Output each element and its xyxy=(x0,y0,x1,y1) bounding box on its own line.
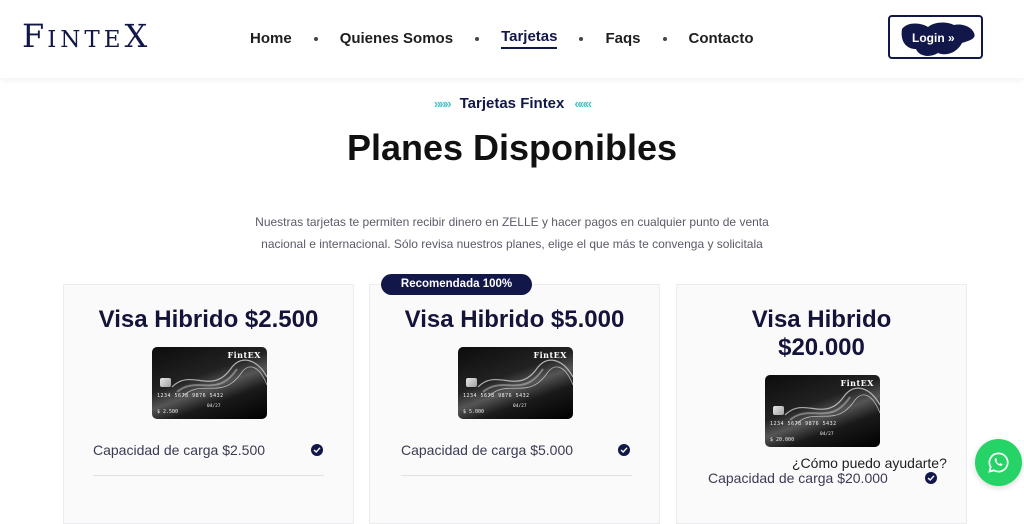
logo-middle: INTE xyxy=(47,27,125,53)
section-description: Nuestras tarjetas te permiten recibir di… xyxy=(250,211,774,255)
logo-letter-x: X xyxy=(124,17,151,55)
plan-card-5000: Visa Hibrido $5.000 FintEX 1234 5678 987… xyxy=(369,284,660,524)
nav-separator xyxy=(662,36,667,41)
plan-feature: Capacidad de carga $20.000 xyxy=(708,470,888,486)
card-number: 1234 5678 9876 5432 xyxy=(463,393,530,399)
feature-divider xyxy=(93,475,324,476)
fintex-logo[interactable]: FINTEX xyxy=(22,20,150,52)
plan-name-line2: $20.000 xyxy=(778,334,865,361)
card-number: 1234 5678 9876 5432 xyxy=(157,393,224,399)
page-title: Planes Disponibles xyxy=(346,127,678,168)
card-image: FintEX 1234 5678 9876 5432 04/27 $ 20.00… xyxy=(765,375,880,447)
login-label: Login » xyxy=(912,31,955,45)
logo-letter-f: F xyxy=(22,17,48,55)
plan-name-line1: Visa Hibrido xyxy=(751,306,892,333)
eyebrow-label: Tarjetas Fintex xyxy=(459,95,565,112)
check-circle-icon xyxy=(925,472,937,484)
nav-separator xyxy=(313,36,318,41)
double-chevron-left-icon: ««« xyxy=(574,96,592,111)
card-amount: $ 5.000 xyxy=(463,409,485,415)
double-chevron-right-icon: »»» xyxy=(433,96,452,111)
nav-home[interactable]: Home xyxy=(250,30,292,48)
description-line: Nuestras tarjetas te permiten recibir di… xyxy=(255,215,769,229)
description-line: nacional e internacional. Sólo revisa nu… xyxy=(261,237,763,251)
card-amount: $ 2.500 xyxy=(157,409,179,415)
card-chip-icon xyxy=(773,406,784,415)
feature-divider xyxy=(401,475,632,476)
main-nav: Home Quienes Somos Tarjetas Faqs Contact… xyxy=(250,28,754,49)
card-number: 1234 5678 9876 5432 xyxy=(770,421,837,427)
nav-separator xyxy=(579,36,584,41)
login-button[interactable]: Login » xyxy=(888,15,983,59)
help-prompt: ¿Cómo puedo ayudarte? xyxy=(792,455,947,471)
recommended-badge: Recomendada 100% xyxy=(381,274,532,295)
nav-faqs[interactable]: Faqs xyxy=(605,30,640,48)
card-amount: $ 20.000 xyxy=(770,437,795,443)
section-eyebrow: »»» Tarjetas Fintex ««« xyxy=(0,95,1024,112)
site-header: FINTEX Home Quienes Somos Tarjetas Faqs … xyxy=(0,0,1024,78)
check-circle-icon xyxy=(311,444,323,456)
card-chip-icon xyxy=(466,378,477,387)
card-chip-icon xyxy=(160,378,171,387)
plan-card-20000: Visa Hibrido $20.000 FintEX 1234 5678 98… xyxy=(676,284,967,524)
card-image: FintEX 1234 5678 9876 5432 04/27 $ 5.000 xyxy=(458,347,573,419)
card-image: FintEX 1234 5678 9876 5432 04/27 $ 2.500 xyxy=(152,347,267,419)
nav-quienes-somos[interactable]: Quienes Somos xyxy=(340,30,453,48)
card-expiry: 04/27 xyxy=(820,432,834,437)
card-brand: FintEX xyxy=(227,350,261,360)
nav-separator xyxy=(475,36,480,41)
plan-feature: Capacidad de carga $5.000 xyxy=(401,442,574,458)
card-brand: FintEX xyxy=(840,378,874,388)
card-brand: FintEX xyxy=(533,350,567,360)
plan-card-2500: Visa Hibrido $2.500 FintEX 1234 5678 987… xyxy=(63,284,354,524)
plan-feature: Capacidad de carga $2.500 xyxy=(93,442,266,458)
whatsapp-icon xyxy=(988,452,1009,473)
plan-name: Visa Hibrido $5.000 xyxy=(404,306,625,333)
check-circle-icon xyxy=(618,444,630,456)
nav-tarjetas[interactable]: Tarjetas xyxy=(501,28,558,49)
nav-contacto[interactable]: Contacto xyxy=(689,30,754,48)
whatsapp-button[interactable] xyxy=(975,439,1022,486)
card-expiry: 04/27 xyxy=(207,404,221,409)
plan-name: Visa Hibrido $2.500 xyxy=(98,306,319,333)
card-expiry: 04/27 xyxy=(513,404,527,409)
